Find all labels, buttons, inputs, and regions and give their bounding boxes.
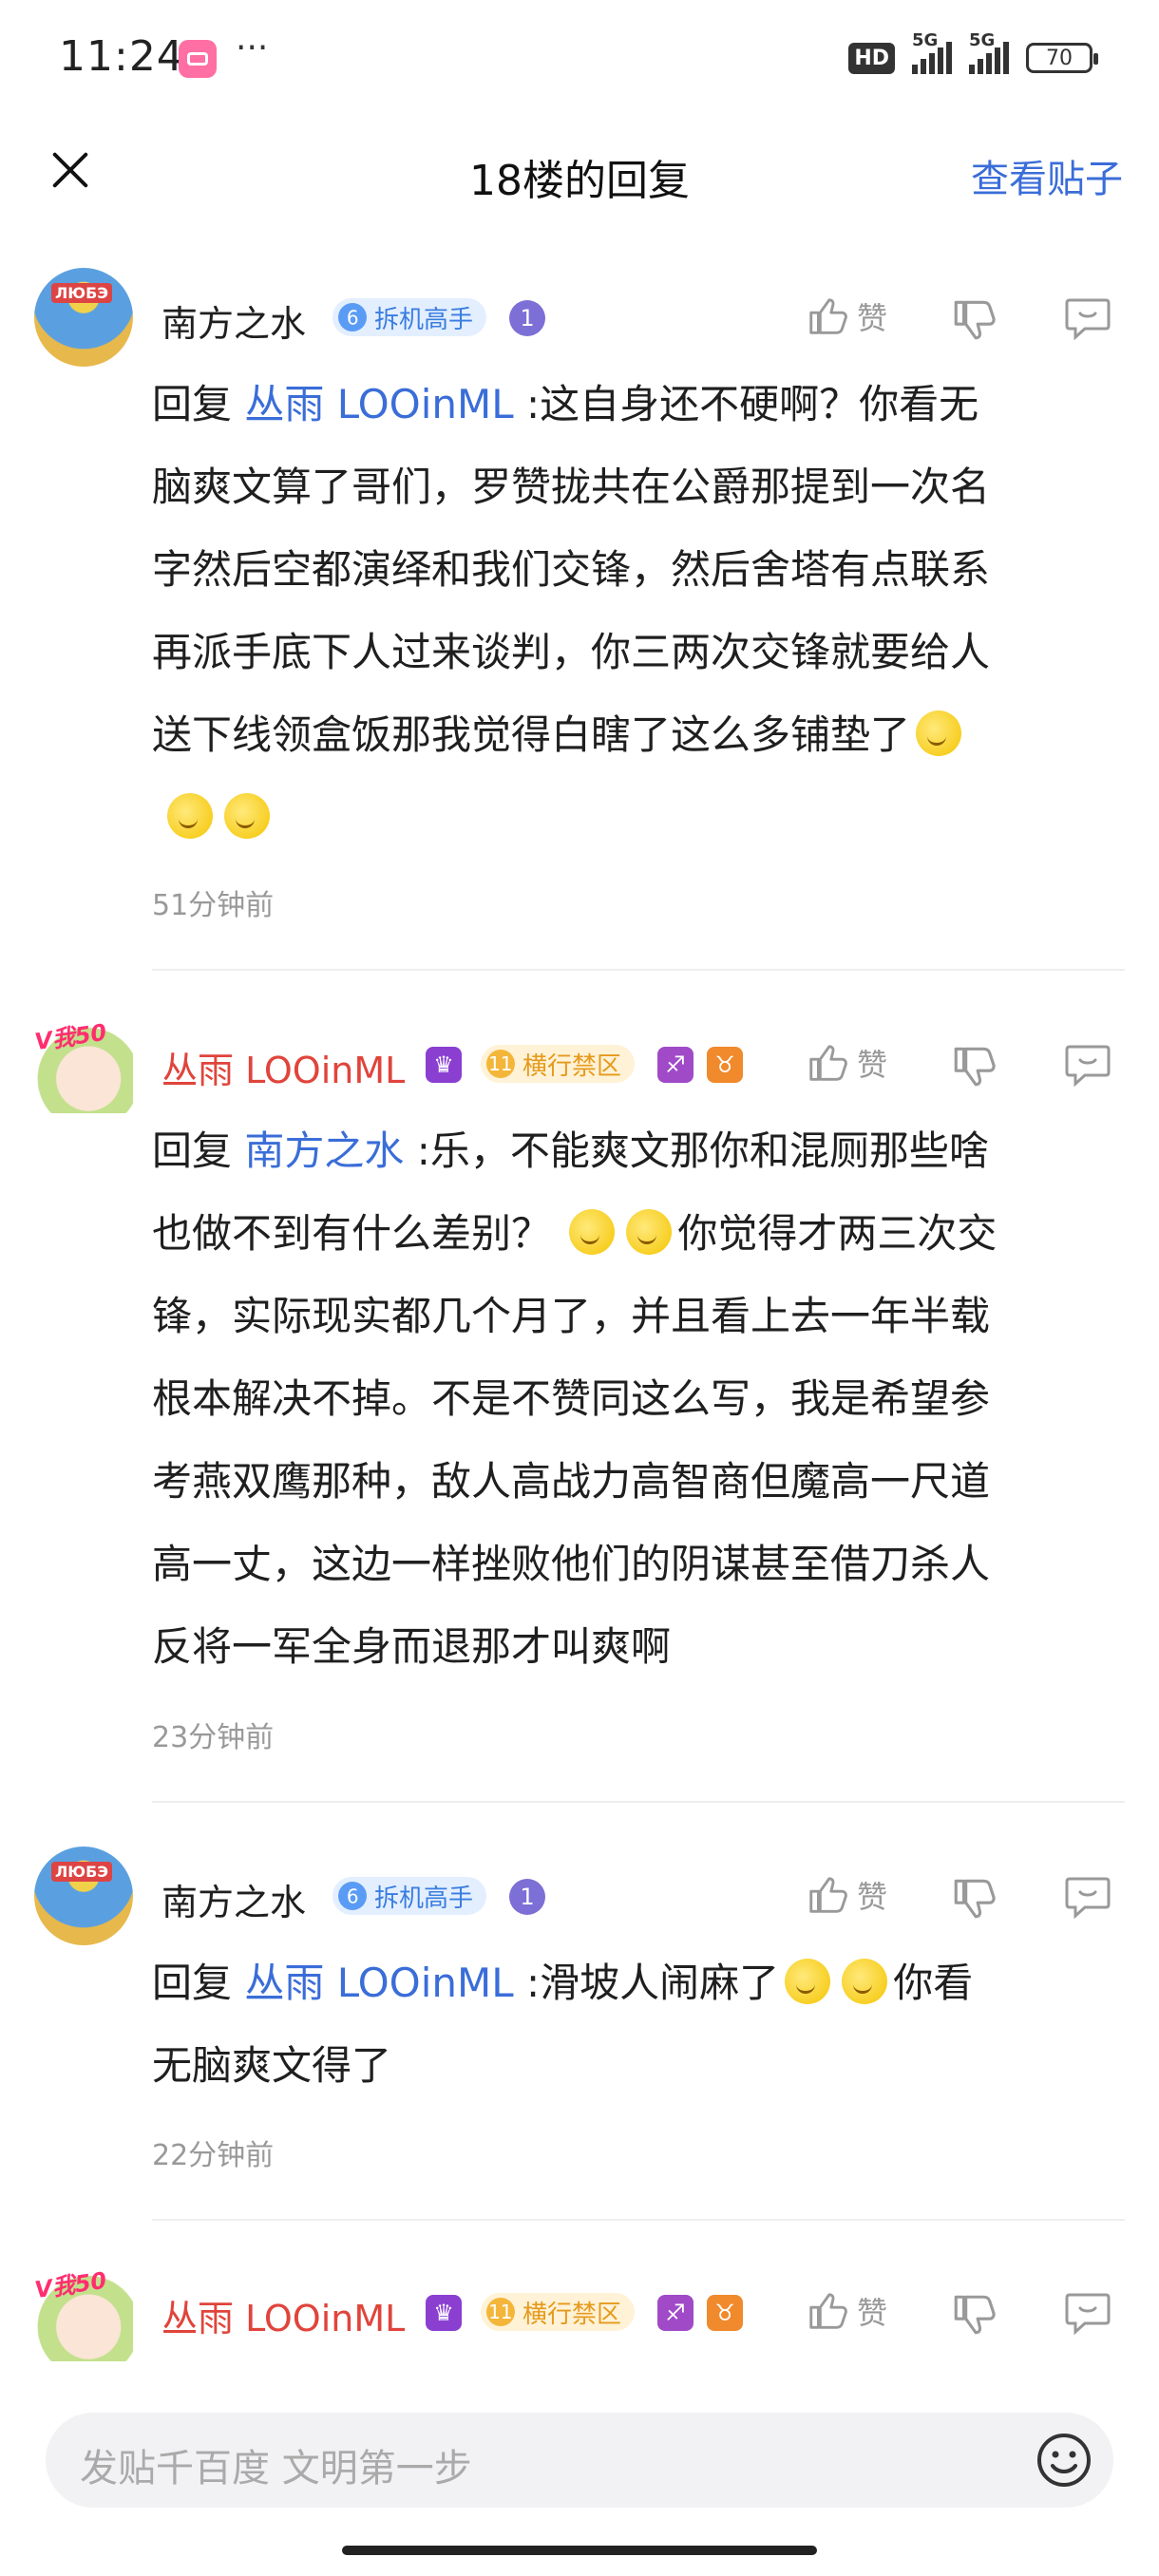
thumbs-down-icon[interactable] — [950, 2291, 998, 2339]
avatar[interactable]: ЛЮБЭ — [34, 1847, 133, 1945]
divider — [152, 2219, 1125, 2221]
comment-icon[interactable] — [1064, 2291, 1112, 2335]
thumbs-down-icon[interactable] — [950, 1875, 998, 1923]
status-more-icon: ··· — [236, 28, 269, 67]
level-badge[interactable]: 6 拆机高手 — [332, 296, 487, 338]
level-icon: 11 — [480, 2291, 522, 2333]
level-badge[interactable]: 6 拆机高手 — [332, 1875, 487, 1917]
badge-title: 横行禁区 — [522, 2300, 622, 2329]
taurus-icon: ♉ — [707, 1047, 743, 1083]
like-button[interactable]: 赞 — [806, 294, 887, 338]
like-button[interactable]: 赞 — [806, 1873, 887, 1917]
battery-icon: 70 — [1026, 43, 1098, 73]
view-post-link[interactable]: 查看贴子 — [971, 148, 1123, 203]
mention-link[interactable]: 丛雨 LOOinML — [244, 1960, 513, 2006]
level-icon: 11 — [480, 1043, 522, 1085]
username[interactable]: 南方之水 — [162, 294, 306, 347]
smirk-emoji-icon — [842, 1959, 888, 2004]
thumbs-down-icon[interactable] — [950, 296, 998, 344]
username[interactable]: 丛雨 LOOinML — [162, 1041, 405, 1093]
smirk-emoji-icon — [167, 793, 213, 839]
bilibili-app-icon — [179, 40, 217, 78]
like-label: 赞 — [857, 300, 888, 336]
signal-icon-2: 5G — [969, 30, 1009, 74]
level-icon: 6 — [332, 296, 373, 338]
reply-time: 22分钟前 — [152, 2139, 275, 2172]
thumbs-up-icon — [809, 2293, 847, 2329]
thumbs-down-icon[interactable] — [950, 1043, 998, 1090]
hd-voice-icon: HD — [848, 42, 895, 74]
smirk-emoji-icon — [224, 793, 270, 839]
divider — [152, 969, 1125, 971]
member-icon: 1 — [509, 300, 545, 336]
avatar[interactable]: V我50 — [34, 2263, 133, 2361]
crown-icon: ♛ — [426, 1047, 462, 1083]
like-label: 赞 — [857, 2295, 888, 2331]
avatar[interactable]: V我50 — [34, 1014, 133, 1113]
status-bar: 11:24 ··· HD 5G 5G 70 — [0, 0, 1159, 114]
reply-content: 回复 丛雨 LOOinML :滑坡人闹麻了 你看 无脑爽文得了 — [152, 1959, 974, 2089]
reply-input[interactable]: 发贴千百度 文明第一步 — [46, 2413, 1113, 2508]
avatar[interactable]: ЛЮБЭ — [34, 268, 133, 367]
emoji-picker-icon[interactable] — [1036, 2432, 1092, 2489]
reply-content: 回复 南方之水 :乐，不能爽文那你和混厕那些啥 也做不到有什么差别？ 你觉得才两… — [152, 1127, 998, 1670]
reply-content: 回复 丛雨 LOOinML :这自身还不硬啊？你看无 脑爽文算了哥们，罗赞拢共在… — [152, 363, 1130, 859]
level-badge[interactable]: 11 横行禁区 — [480, 1043, 636, 1085]
status-time: 11:24 — [59, 32, 184, 81]
smirk-emoji-icon — [916, 710, 962, 756]
member-icon: 1 — [509, 1879, 545, 1915]
sagittarius-icon: ♐ — [657, 1047, 694, 1083]
mention-link[interactable]: 丛雨 LOOinML — [244, 381, 513, 427]
level-badge[interactable]: 11 横行禁区 — [480, 2291, 636, 2333]
like-label: 赞 — [857, 1047, 888, 1083]
badge-title: 拆机高手 — [374, 305, 474, 334]
mention-link[interactable]: 南方之水 — [244, 1127, 404, 1174]
thumbs-up-icon — [809, 298, 847, 334]
reply-time: 23分钟前 — [152, 1721, 275, 1754]
like-button[interactable]: 赞 — [806, 1041, 887, 1085]
sagittarius-icon: ♐ — [657, 2295, 694, 2331]
thumbs-up-icon — [809, 1045, 847, 1081]
home-indicator[interactable] — [342, 2546, 817, 2555]
reply-time: 51分钟前 — [152, 889, 275, 922]
username[interactable]: 南方之水 — [162, 1873, 306, 1925]
status-indicators: HD 5G 5G 70 — [848, 30, 1098, 82]
signal-icon-1: 5G — [912, 30, 952, 74]
comment-icon[interactable] — [1064, 296, 1112, 340]
taurus-icon: ♉ — [707, 2295, 743, 2331]
badge-title: 横行禁区 — [522, 1051, 622, 1081]
comment-icon[interactable] — [1064, 1875, 1112, 1919]
badge-title: 拆机高手 — [374, 1884, 474, 1913]
like-label: 赞 — [857, 1879, 888, 1915]
like-button[interactable]: 赞 — [806, 2289, 887, 2333]
crown-icon: ♛ — [426, 2295, 462, 2331]
username[interactable]: 丛雨 LOOinML — [162, 2289, 405, 2341]
divider — [152, 1801, 1125, 1803]
top-nav: 18楼的回复 查看贴子 — [0, 123, 1159, 218]
smirk-emoji-icon — [626, 1209, 673, 1255]
reply-input-placeholder: 发贴千百度 文明第一步 — [80, 2447, 472, 2491]
comment-icon[interactable] — [1064, 1043, 1112, 1087]
smirk-emoji-icon — [785, 1959, 831, 2004]
smirk-emoji-icon — [569, 1209, 616, 1255]
level-icon: 6 — [332, 1875, 373, 1917]
thumbs-up-icon — [809, 1877, 847, 1913]
